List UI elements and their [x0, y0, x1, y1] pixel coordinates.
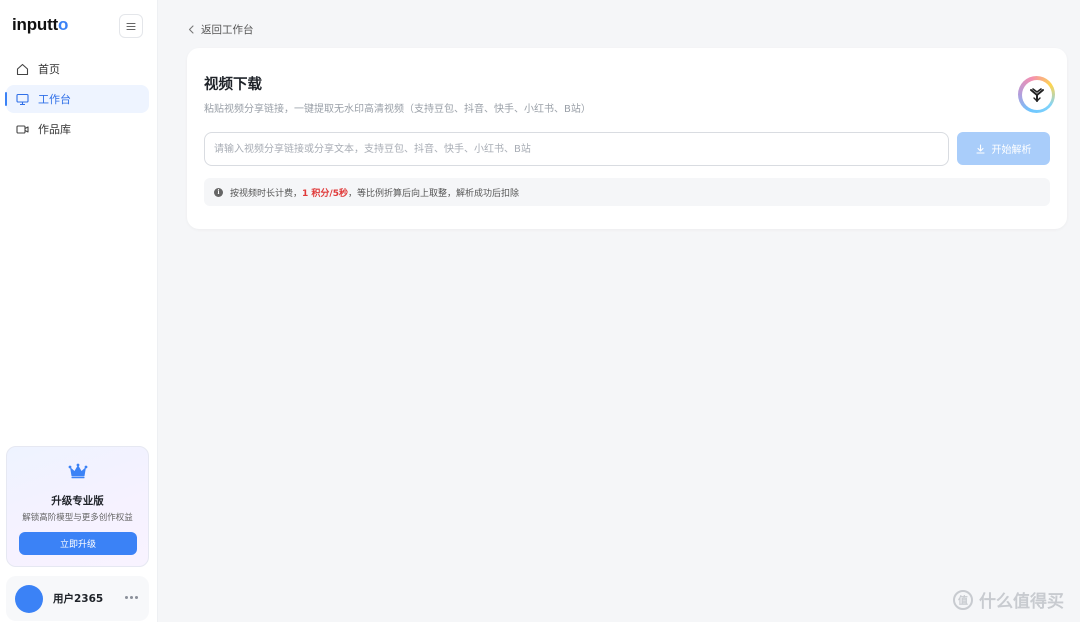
- back-link-label: 返回工作台: [201, 24, 254, 36]
- more-horizontal-icon[interactable]: [125, 596, 138, 599]
- upgrade-card: 升级专业版 解锁高阶模型与更多创作权益 立即升级: [6, 446, 149, 567]
- upgrade-button[interactable]: 立即升级: [19, 532, 137, 555]
- sidebar-collapse-button[interactable]: [119, 14, 143, 38]
- app-logo[interactable]: inputto: [12, 15, 68, 35]
- home-icon: [15, 62, 29, 76]
- video-download-panel: 视频下载 粘贴视频分享链接，一键提取无水印高清视频（支持豆包、抖音、快手、小红书…: [187, 48, 1067, 229]
- avatar[interactable]: [15, 584, 43, 613]
- page-title: 视频下载: [204, 77, 262, 93]
- notice-prefix: 按视频时长计费，: [230, 188, 303, 199]
- sidebar-nav: 首页 工作台 作品库: [5, 55, 149, 145]
- svg-text:值: 值: [958, 594, 968, 607]
- sidebar: inputto 首页 工作台 作品库 升级专业版 解锁高阶模型与更多创作权益 立…: [0, 0, 158, 622]
- sidebar-item-label: 工作台: [38, 93, 71, 106]
- start-parse-button[interactable]: 开始解析: [957, 132, 1050, 165]
- menu-icon: [126, 22, 136, 30]
- brand-logo-icon: [1018, 76, 1055, 113]
- sidebar-item-library[interactable]: 作品库: [6, 115, 149, 143]
- upgrade-title: 升级专业版: [51, 495, 104, 507]
- sidebar-item-label: 作品库: [38, 123, 71, 136]
- logo-text-main: inputt: [12, 15, 58, 34]
- monitor-icon: [15, 92, 29, 106]
- page-subtitle: 粘贴视频分享链接，一键提取无水印高清视频（支持豆包、抖音、快手、小红书、B站）: [204, 104, 591, 115]
- sidebar-item-label: 首页: [38, 63, 60, 76]
- watermark-text: 什么值得买: [979, 592, 1064, 612]
- sidebar-item-workbench[interactable]: 工作台: [5, 85, 149, 113]
- billing-notice: i 按视频时长计费， 1 积分/5秒 ，等比例折算后向上取整，解析成功后扣除: [204, 178, 1050, 206]
- chevron-left-icon: [188, 25, 194, 34]
- user-card[interactable]: 用户2365: [6, 576, 149, 621]
- sidebar-item-home[interactable]: 首页: [6, 55, 149, 83]
- start-parse-label: 开始解析: [991, 145, 1032, 156]
- video-url-input[interactable]: [204, 132, 949, 166]
- crown-icon: [68, 463, 88, 483]
- back-link[interactable]: 返回工作台: [188, 22, 254, 37]
- download-icon: [975, 143, 985, 154]
- notice-highlight: 1 积分/5秒: [302, 188, 348, 199]
- info-icon: i: [214, 187, 223, 197]
- watermark: 值 什么值得买: [952, 587, 1064, 612]
- video-camera-icon: [15, 122, 29, 136]
- logo-text-accent: o: [58, 15, 69, 34]
- user-name: 用户2365: [53, 593, 104, 605]
- upgrade-subtitle: 解锁高阶模型与更多创作权益: [22, 513, 133, 523]
- watermark-logo-icon: 值: [953, 589, 973, 610]
- notice-suffix: ，等比例折算后向上取整，解析成功后扣除: [347, 188, 519, 199]
